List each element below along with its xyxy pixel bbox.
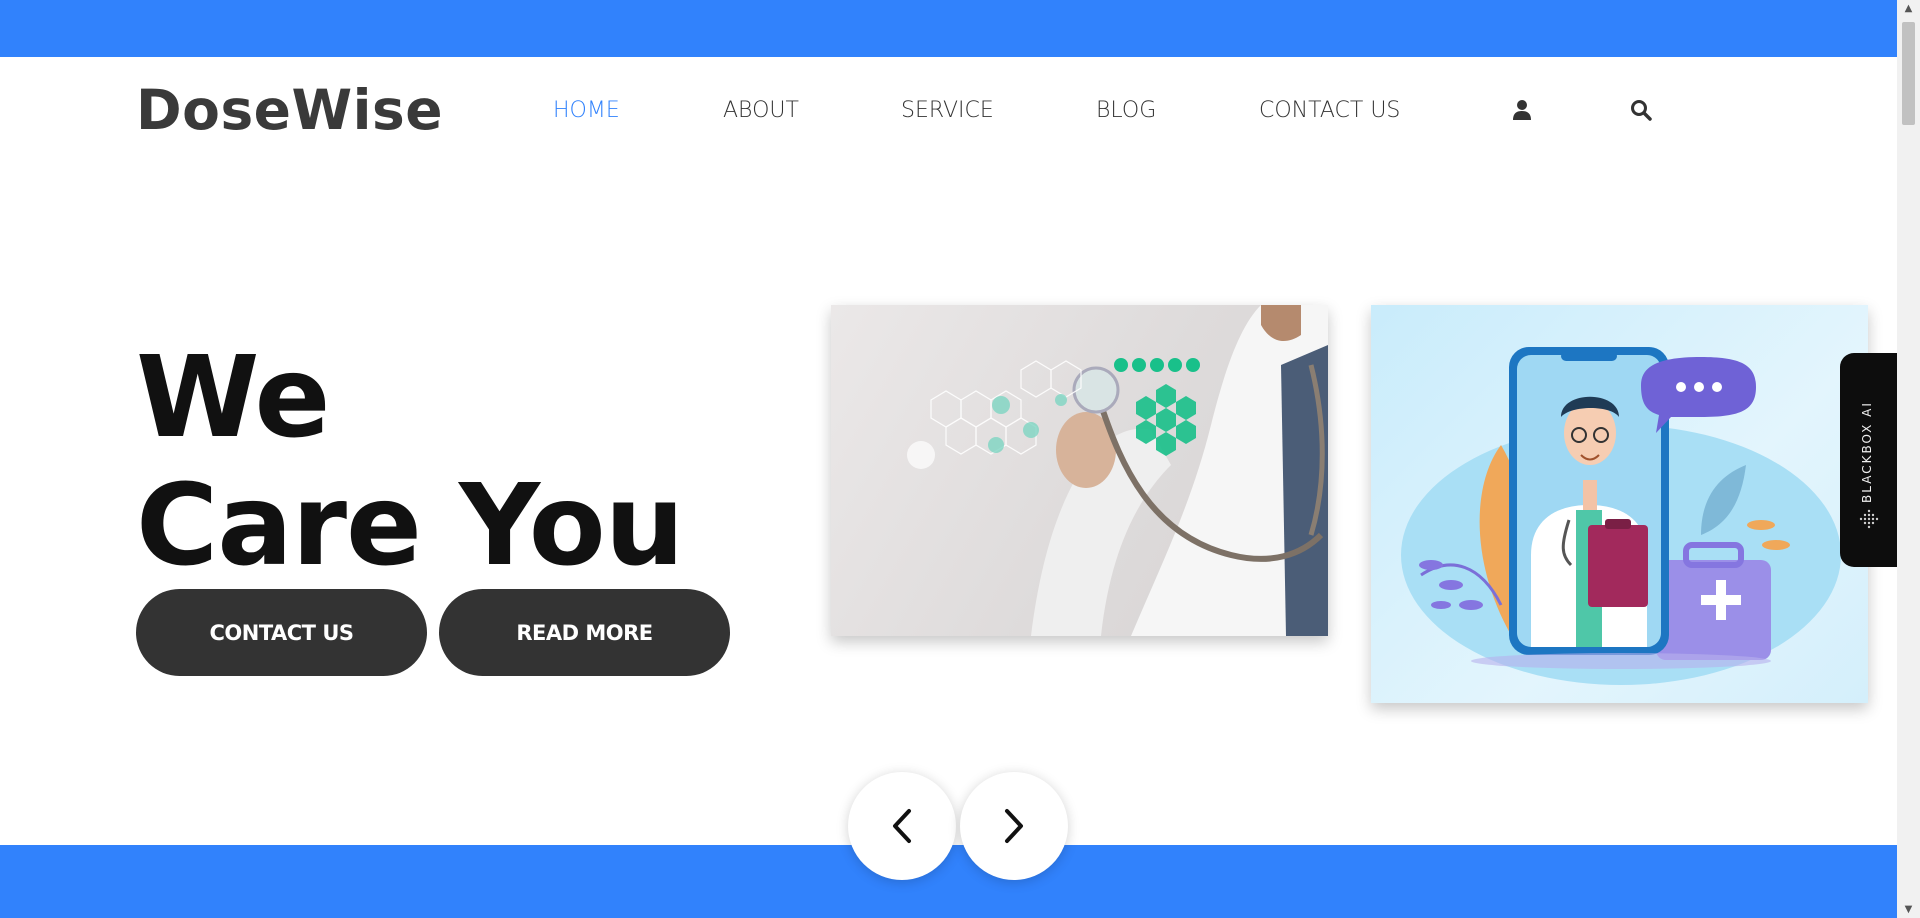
nav-item-home[interactable]: HOME [553, 96, 620, 126]
blackbox-logo-icon [1859, 509, 1879, 529]
read-more-button[interactable]: READ MORE [439, 589, 730, 676]
scroll-up-arrow-icon[interactable]: ▲ [1897, 0, 1920, 17]
site-logo[interactable]: DoseWise [136, 74, 443, 146]
blackbox-ai-label: BLACKBOX AI [1860, 401, 1874, 503]
scroll-down-arrow-icon[interactable]: ▼ [1897, 901, 1920, 918]
carousel-slide-doctor-photo[interactable] [831, 305, 1328, 636]
chevron-left-icon [893, 809, 911, 843]
hero-title-line-1: We [136, 333, 331, 463]
nav-item-contact-us[interactable]: CONTACT US [1259, 96, 1400, 126]
blackbox-ai-widget[interactable]: BLACKBOX AI [1840, 353, 1897, 567]
carousel-prev-button[interactable] [848, 772, 956, 880]
nav-item-service[interactable]: SERVICE [901, 96, 994, 126]
scrollbar-thumb[interactable] [1902, 22, 1915, 125]
page-scrollbar[interactable]: ▲ ▼ [1897, 0, 1920, 918]
nav-item-about[interactable]: ABOUT [723, 96, 799, 126]
doctor-phone-illustration [1401, 347, 1841, 685]
contact-us-button[interactable]: CONTACT US [136, 589, 427, 676]
hero-title-line-2: Care You [136, 461, 684, 591]
carousel-next-button[interactable] [960, 772, 1068, 880]
chevron-right-icon [1005, 809, 1023, 843]
hero-title: We Care You [136, 333, 684, 591]
nav-item-blog[interactable]: BLOG [1096, 96, 1156, 126]
search-icon[interactable] [1630, 99, 1652, 121]
carousel-slide-doctor-illustration[interactable] [1371, 305, 1868, 703]
bottom-banner-bar [0, 845, 1897, 918]
doctor-stethoscope-image [907, 305, 1328, 636]
user-icon[interactable] [1512, 99, 1532, 121]
top-banner-bar [0, 0, 1897, 57]
